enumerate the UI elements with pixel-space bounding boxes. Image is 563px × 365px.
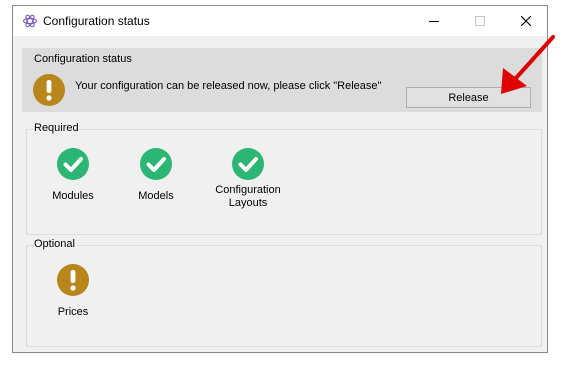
check-circle-icon [232, 148, 264, 180]
required-item-modules: Modules [40, 148, 106, 203]
app-logo-icon [22, 14, 38, 28]
minimize-icon [429, 21, 439, 22]
window-title: Configuration status [43, 14, 150, 28]
optional-item-prices: Prices [40, 264, 106, 319]
status-panel-title: Configuration status [34, 53, 132, 65]
release-button[interactable]: Release [406, 87, 531, 108]
title-bar[interactable]: Configuration status [13, 6, 547, 36]
status-panel: Configuration status Your configuration … [22, 48, 542, 112]
optional-group: Optional Prices [22, 238, 542, 347]
required-item-configuration-layouts: Configuration Layouts [203, 148, 293, 210]
maximize-icon [475, 16, 485, 26]
required-group-title: Required [34, 122, 81, 134]
optional-item-label: Prices [57, 306, 89, 318]
maximize-button[interactable] [457, 6, 503, 36]
required-group: Required Modules Models Configuration La… [22, 122, 542, 235]
status-message: Your configuration can be released now, … [75, 80, 382, 92]
required-item-label: Modules [52, 190, 94, 202]
required-item-label: Configuration Layouts [215, 184, 281, 209]
configuration-status-window: Configuration status Configuration statu… [12, 5, 548, 353]
minimize-button[interactable] [411, 6, 457, 36]
check-circle-icon [57, 148, 89, 180]
optional-group-title: Optional [34, 238, 77, 250]
close-icon [521, 16, 531, 26]
warning-icon [57, 264, 89, 296]
required-item-models: Models [123, 148, 189, 203]
warning-icon [33, 74, 65, 106]
close-button[interactable] [503, 6, 549, 36]
check-circle-icon [140, 148, 172, 180]
required-item-label: Models [138, 190, 174, 202]
